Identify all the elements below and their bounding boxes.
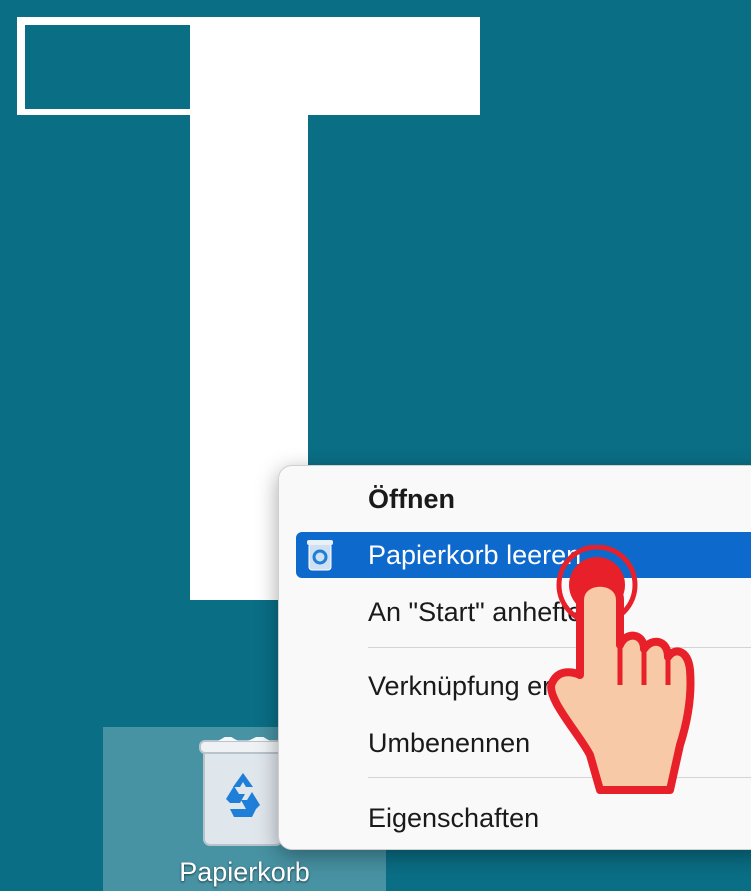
menu-item-label: Umbenennen xyxy=(368,728,531,758)
desktop-icon-label: Papierkorb xyxy=(179,857,310,887)
menu-item-label: Öffnen xyxy=(368,484,455,514)
recycle-bin-icon xyxy=(307,540,333,571)
menu-item-open[interactable]: Öffnen xyxy=(279,476,751,522)
pointing-hand-icon xyxy=(547,545,695,794)
t-graphic-bar xyxy=(17,17,480,115)
recycle-bin-icon xyxy=(199,737,287,846)
menu-item-label: Eigenschaften xyxy=(368,803,540,833)
t-graphic-inset xyxy=(25,25,190,109)
